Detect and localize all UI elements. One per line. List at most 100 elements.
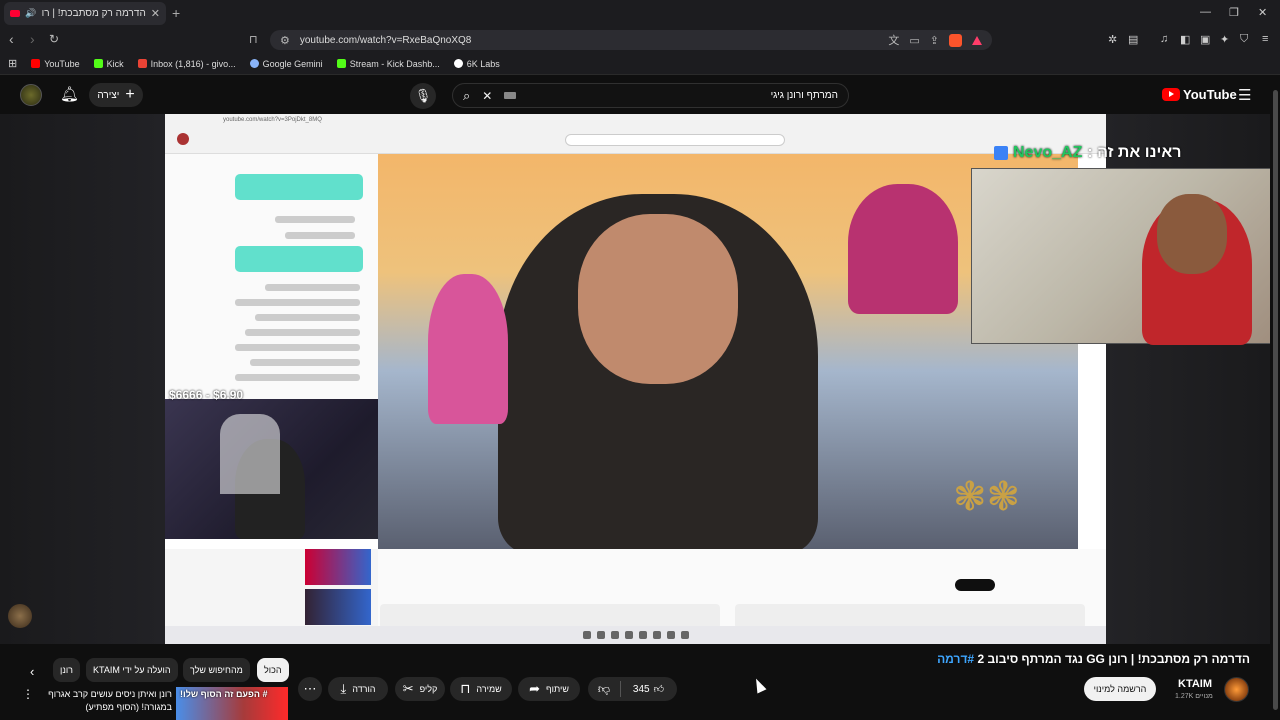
- download-button[interactable]: הורדה ⤓: [328, 677, 388, 701]
- search-input[interactable]: המרתף ורונן גיגי: [528, 90, 838, 101]
- bookmark-gemini[interactable]: Google Gemini: [249, 59, 323, 69]
- clip-button[interactable]: קליפ ✂: [395, 677, 445, 701]
- notifications-bell-icon[interactable]: 🔔︎: [60, 85, 79, 103]
- chat-line: [235, 299, 360, 306]
- share-page-icon[interactable]: ⇪: [930, 34, 939, 47]
- clear-search-icon[interactable]: ✕: [482, 89, 492, 103]
- bookmark-6k-labs[interactable]: 6K Labs: [453, 59, 500, 69]
- ambient-glow-left: [0, 114, 165, 644]
- close-tab-icon[interactable]: ✕: [151, 7, 160, 20]
- recommended-title[interactable]: רונן ואיתן ניסים עושים קרב אגרוף במגורה!…: [46, 688, 172, 714]
- translate-icon[interactable]: 文: [888, 32, 899, 48]
- more-actions-button[interactable]: ⋯: [298, 677, 322, 701]
- wallet-icon[interactable]: ▣: [1200, 33, 1210, 46]
- microphone-icon: 🎙︎: [414, 88, 432, 103]
- caption-username: Nevo_AZ: [1013, 144, 1083, 161]
- share-button[interactable]: שיתוף ➦: [518, 677, 580, 701]
- voice-search-button[interactable]: 🎙︎: [410, 83, 436, 109]
- extensions-icon[interactable]: ✲: [1108, 33, 1117, 46]
- new-tab-icon[interactable]: +: [172, 5, 180, 21]
- forward-icon[interactable]: ›: [30, 31, 35, 47]
- recommended-thumbnail[interactable]: # הפעם זה הסוף שלו!: [176, 687, 288, 720]
- mouse-cursor: [751, 676, 767, 694]
- menu-icon[interactable]: ≡: [1262, 33, 1268, 45]
- recommended-thumb-text: # הפעם זה הסוף שלו!: [180, 689, 268, 699]
- reload-icon[interactable]: ↻: [49, 32, 59, 46]
- chip-from-search[interactable]: מהחיפוש שלך: [183, 658, 250, 682]
- like-button[interactable]: 345 👍︎: [620, 677, 677, 701]
- inner-chat-panel: [165, 154, 378, 399]
- apps-grid-icon[interactable]: ⊞: [8, 57, 17, 70]
- chips-prev-arrow-icon[interactable]: ‹: [30, 664, 34, 679]
- leo-ai-icon[interactable]: ✦: [1220, 33, 1229, 46]
- youtube-logo[interactable]: YouTube: [1162, 87, 1237, 102]
- back-icon[interactable]: ‹: [9, 31, 14, 47]
- bookmark-kick-dashboard[interactable]: Stream - Kick Dashb...: [336, 59, 440, 69]
- youtube-header: 🔔︎ יצירה + 🎙︎ ⌕ ✕ המרתף ורונן גיגי YouTu…: [0, 77, 1270, 114]
- side-avatar[interactable]: [8, 604, 32, 628]
- brave-shield-icon[interactable]: [949, 33, 962, 47]
- chip-all[interactable]: הכול: [257, 658, 289, 682]
- guide-menu-icon[interactable]: ☰: [1238, 86, 1251, 104]
- create-button[interactable]: יצירה +: [89, 83, 143, 107]
- scissors-icon: ✂: [402, 681, 414, 696]
- account-avatar[interactable]: [20, 84, 42, 106]
- vpn-icon[interactable]: ⛉: [1240, 33, 1248, 46]
- download-icon: ⤓: [340, 681, 347, 696]
- like-count: 345: [632, 683, 650, 695]
- bookmark-favicon-icon: [249, 59, 259, 68]
- inner-url: youtube.com/watch?v=3PojDkt_8MQ: [223, 117, 322, 123]
- like-divider: [620, 681, 621, 697]
- bookmark-inbox[interactable]: Inbox (1,816) - givo...: [137, 59, 236, 69]
- brave-rewards-icon[interactable]: [972, 35, 982, 45]
- thumbs-up-icon: 👍︎: [653, 684, 665, 695]
- scrollbar-thumb[interactable]: [1273, 90, 1278, 710]
- taskbar-icon: [610, 631, 619, 639]
- reactor-face: [1157, 194, 1227, 274]
- caption-badge-icon: [994, 146, 1008, 160]
- video-player[interactable]: youtube.com/watch?v=3PojDkt_8MQ $6666 - …: [0, 114, 1280, 644]
- thumbnail-figure-left: [428, 274, 508, 424]
- bookmark-favicon-icon: [453, 59, 463, 68]
- keyboard-icon[interactable]: [504, 92, 517, 99]
- hashtag-link[interactable]: #דרמה: [937, 652, 974, 666]
- minimize-icon[interactable]: —: [1200, 6, 1211, 18]
- chat-line: [235, 344, 360, 351]
- reader-icon[interactable]: ▤: [1128, 33, 1138, 46]
- bookmark-page-icon[interactable]: ⊓: [249, 33, 258, 46]
- browser-tab[interactable]: 🔊 הדרמה רק מסתבכת! | רונן GG ✕: [4, 2, 166, 25]
- share-icon: ➦: [529, 681, 540, 696]
- more-vertical-icon[interactable]: ⋮: [22, 687, 34, 701]
- subscribe-button[interactable]: הרשמה למינוי: [1084, 677, 1156, 701]
- host-face: [578, 214, 738, 384]
- cast-icon[interactable]: ▭: [909, 34, 919, 47]
- video-frame[interactable]: youtube.com/watch?v=3PojDkt_8MQ $6666 - …: [165, 114, 1106, 644]
- chip-ronen[interactable]: רונן: [53, 658, 80, 682]
- dislike-button[interactable]: 👎︎: [588, 677, 620, 701]
- save-button[interactable]: שמירה ⊓: [450, 677, 512, 701]
- speaker-icon[interactable]: 🔊: [25, 8, 36, 19]
- bookmark-kick[interactable]: Kick: [93, 59, 124, 69]
- restore-icon[interactable]: ❐: [1229, 6, 1239, 19]
- site-info-icon[interactable]: ⚙: [280, 34, 290, 47]
- bookmark-youtube[interactable]: YouTube: [31, 59, 80, 69]
- channel-name[interactable]: KTAIM: [1178, 678, 1212, 690]
- sidebar-icon[interactable]: ◧: [1180, 33, 1190, 46]
- browser-tab-strip: 🔊 הדרמה רק מסתבכת! | רונן GG ✕ + — ❐ ✕: [0, 0, 1280, 27]
- chat-line: [235, 374, 360, 381]
- taskbar-icon: [638, 631, 647, 639]
- search-box[interactable]: ⌕ ✕ המרתף ורונן גיגי: [452, 83, 849, 108]
- chat-line: [285, 232, 355, 239]
- address-bar[interactable]: ⚙ youtube.com/watch?v=RxeBaQnoXQ8 文 ▭ ⇪: [270, 30, 992, 50]
- chat-bubble: [235, 174, 363, 200]
- bookmark-favicon-icon: [336, 59, 346, 68]
- window-close-icon[interactable]: ✕: [1258, 6, 1267, 19]
- channel-avatar[interactable]: [1224, 677, 1249, 702]
- bookmark-favicon-icon: [137, 59, 147, 68]
- search-icon[interactable]: ⌕: [463, 88, 470, 104]
- chip-uploaded-by[interactable]: הועלה על ידי KTAIM: [86, 658, 178, 682]
- media-icon[interactable]: ♫: [1160, 33, 1168, 45]
- caption-prefix: ראינו את זה :: [1087, 144, 1182, 161]
- inner-related-list: [165, 549, 378, 629]
- chat-line: [245, 329, 360, 336]
